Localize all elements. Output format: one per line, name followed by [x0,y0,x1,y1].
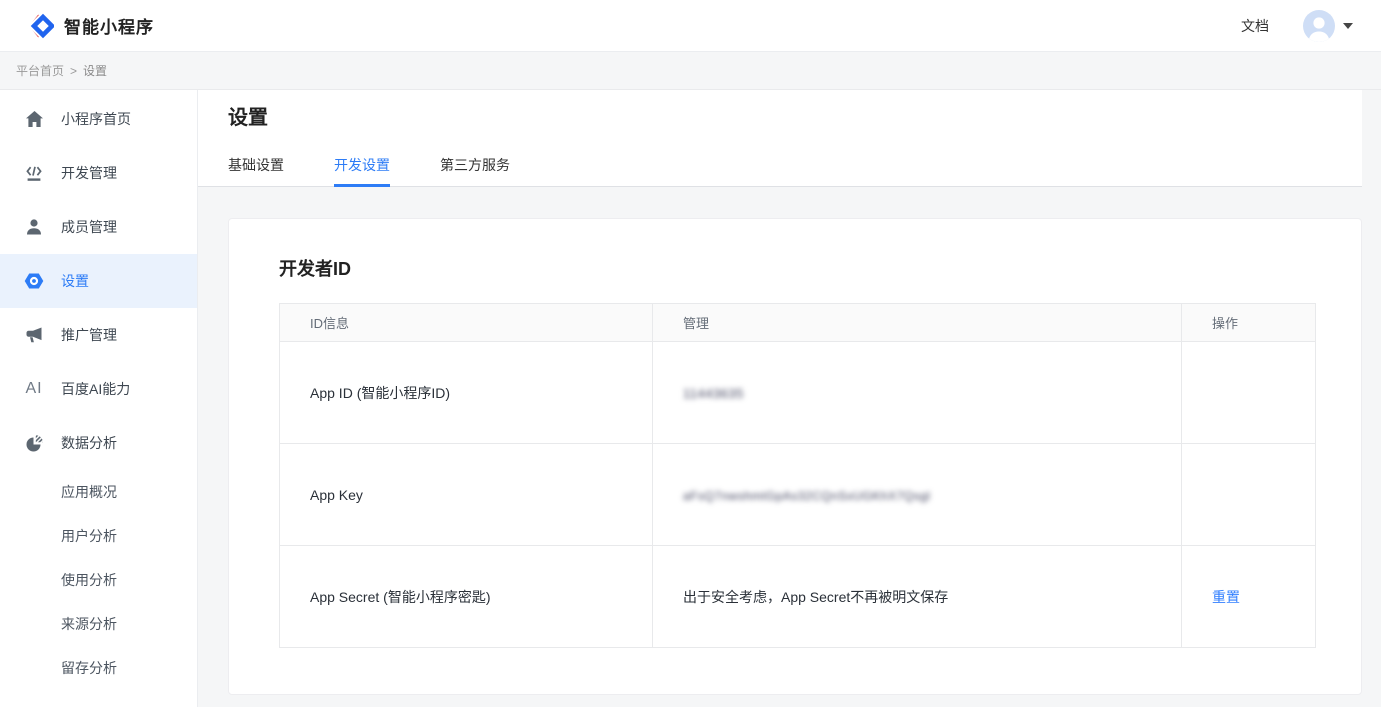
column-header-management: 管理 [653,304,1182,342]
breadcrumb-platform-home[interactable]: 平台首页 [16,62,64,79]
table-row-app-key: App Key aFsQ7nwshmtGpAs32CQnSxUGKhX7Qsgl [280,444,1316,546]
member-icon [24,217,44,237]
settings-tabs: 基础设置 开发设置 第三方服务 [228,155,1362,186]
sidebar-subitem-label: 使用分析 [61,570,117,590]
developer-id-heading: 开发者ID [279,255,1313,281]
breadcrumb-current: 设置 [83,62,107,79]
user-menu[interactable] [1303,10,1353,42]
sidebar-item-label: 成员管理 [61,217,117,237]
app-key-label: App Key [280,444,653,546]
app-id-action-cell [1182,342,1316,444]
column-header-action: 操作 [1182,304,1316,342]
tab-third-party-services[interactable]: 第三方服务 [440,155,510,186]
sidebar-item-label: 开发管理 [61,163,117,183]
tab-basic-settings[interactable]: 基础设置 [228,155,284,186]
app-key-action-cell [1182,444,1316,546]
sidebar-item-data-analysis[interactable]: 数据分析 [0,416,197,470]
tab-dev-settings[interactable]: 开发设置 [334,155,390,186]
sidebar-item-settings[interactable]: 设置 [0,254,197,308]
table-row-app-secret: App Secret (智能小程序密匙) 出于安全考虑，App Secret不再… [280,546,1316,648]
sidebar-subitem-app-overview[interactable]: 应用概况 [0,470,197,514]
app-key-value: aFsQ7nwshmtGpAs32CQnSxUGKhX7Qsgl [683,489,930,503]
main-content: 设置 基础设置 开发设置 第三方服务 开发者ID ID信息 管理 [198,90,1381,707]
sidebar-subitem-label: 用户分析 [61,526,117,546]
page-title: 设置 [228,104,1362,132]
column-header-id-info: ID信息 [280,304,653,342]
app-secret-note: 出于安全考虑，App Secret不再被明文保存 [653,546,1182,648]
brand-logo-icon [28,13,54,39]
sidebar-item-dev-management[interactable]: 开发管理 [0,146,197,200]
sidebar-subitem-label: 留存分析 [61,658,117,678]
sidebar-item-label: 数据分析 [61,433,117,453]
sidebar-subitem-source-analysis[interactable]: 来源分析 [0,602,197,646]
doc-link[interactable]: 文档 [1241,16,1269,36]
settings-icon [24,271,44,291]
page-head: 设置 基础设置 开发设置 第三方服务 [198,90,1362,187]
table-row-app-id: App ID (智能小程序ID) 11443635 [280,342,1316,444]
sidebar-item-label: 百度AI能力 [61,379,130,399]
sidebar-subitem-usage-analysis[interactable]: 使用分析 [0,558,197,602]
developer-id-table: ID信息 管理 操作 App ID (智能小程序ID) 11443635 App [279,303,1316,648]
sidebar: 小程序首页 开发管理 成员管理 [0,90,198,707]
breadcrumb: 平台首页 > 设置 [0,52,1381,90]
megaphone-icon [24,325,44,345]
sidebar-item-promotion-management[interactable]: 推广管理 [0,308,197,362]
sidebar-item-member-management[interactable]: 成员管理 [0,200,197,254]
app-header: 智能小程序 文档 [0,0,1381,52]
ai-icon: AI [24,379,44,399]
code-icon [24,163,44,183]
reset-button[interactable]: 重置 [1212,589,1240,605]
sidebar-subitem-label: 应用概况 [61,482,117,502]
table-header-row: ID信息 管理 操作 [280,304,1316,342]
sidebar-item-label: 推广管理 [61,325,117,345]
avatar[interactable] [1303,10,1335,42]
sidebar-item-label: 小程序首页 [61,109,131,129]
app-secret-label: App Secret (智能小程序密匙) [280,546,653,648]
app-id-label: App ID (智能小程序ID) [280,342,653,444]
sidebar-subitem-label: 来源分析 [61,614,117,634]
sidebar-item-miniapp-home[interactable]: 小程序首页 [0,92,197,146]
chevron-down-icon[interactable] [1343,23,1353,29]
home-icon [24,109,44,129]
brand-name: 智能小程序 [64,13,154,38]
app-id-value: 11443635 [683,386,744,401]
sidebar-subitem-user-analysis[interactable]: 用户分析 [0,514,197,558]
developer-id-card: 开发者ID ID信息 管理 操作 App ID (智能 [228,218,1362,695]
sidebar-item-label: 设置 [61,271,89,291]
brand: 智能小程序 [28,13,154,39]
sidebar-item-baidu-ai[interactable]: AI 百度AI能力 [0,362,197,416]
sidebar-subitem-retention-analysis[interactable]: 留存分析 [0,646,197,690]
breadcrumb-separator: > [70,64,77,78]
pie-chart-icon [24,433,44,453]
